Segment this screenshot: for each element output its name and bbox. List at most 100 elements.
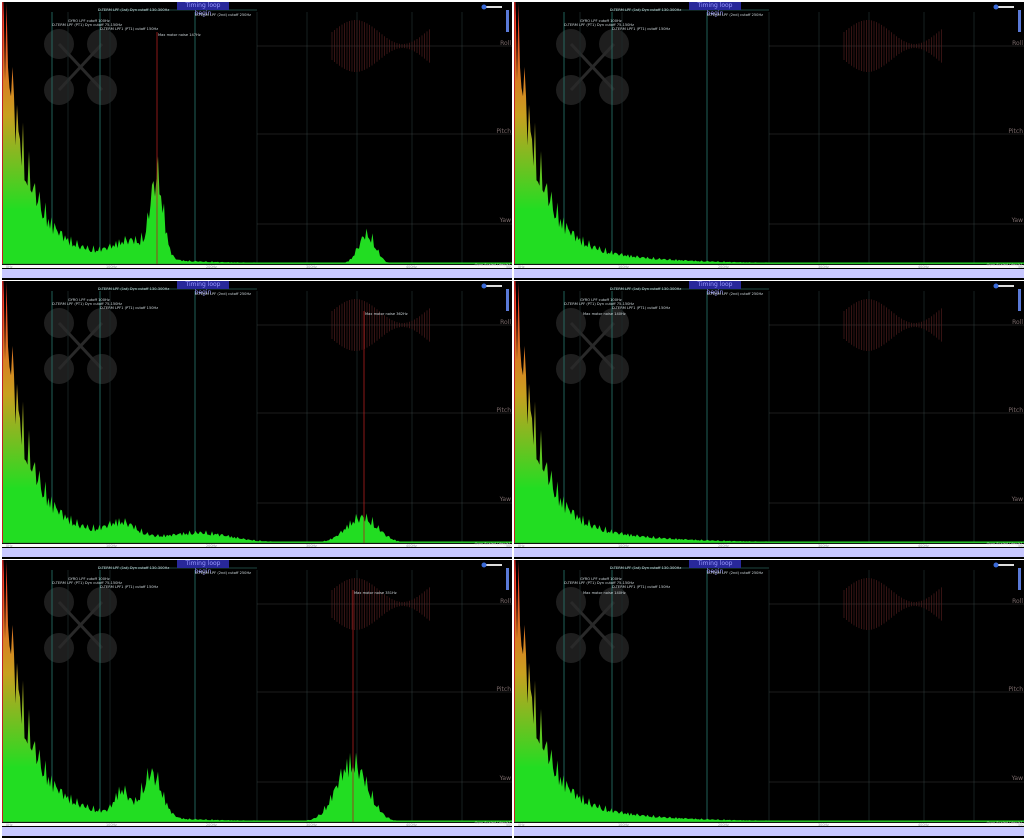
freq-tick-label: 200Hz [206,265,217,269]
scale-bar[interactable] [1018,568,1021,590]
max-noise-label: Max motor noise 362Hz [365,312,408,316]
freq-tick-label: 200Hz [206,544,217,548]
axis-side-label: Roll [1012,319,1023,326]
timing-loop-tag: Timing loop begin [689,2,741,17]
zoom-slider[interactable] [996,285,1014,287]
zoom-knob[interactable] [993,283,999,289]
zoom-slider[interactable] [484,6,502,8]
quad-icon [556,587,629,663]
freq-tick-label: 300Hz [306,823,317,827]
axis-side-label: Roll [500,598,511,605]
filter-label: D-TERM LPF (2nd) cutoff 250Hz [707,571,764,575]
quad-icon [44,29,117,105]
spectrum-panel-bottom-right[interactable]: Timing loop begin D-TERM LPF (1st) Dyn cu… [514,560,1024,838]
max-noise-label: Max motor noise 147Hz [158,33,201,37]
max-noise-label: Max motor noise 351Hz [354,591,397,595]
freq-tick-label: 0Hz [6,544,13,548]
scale-bar[interactable] [1018,289,1021,311]
gyro-scale-label: Gyro Scaled [deg/s] [474,263,510,267]
freq-tick-label: 300Hz [818,823,829,827]
axis-side-label: Pitch [496,407,511,414]
spectrum-panel-middle-right[interactable]: Timing loop begin D-TERM LPF (1st) Dyn cu… [514,281,1024,559]
max-noise-label: Max motor noise 140Hz [583,591,626,595]
gyro-scale-label: Gyro Scaled [deg/s] [474,821,510,825]
spectrum-panel-bottom-left[interactable]: Timing loop begin D-TERM LPF (1st) Dyn cu… [2,560,512,838]
timeline-track [2,265,512,268]
filter-label: D-TERM LPF (2nd) cutoff 250Hz [195,571,252,575]
spectrum-svg [514,2,1024,278]
spectrum-panel-middle-left[interactable]: Timing loop begin D-TERM LPF (1st) Dyn cu… [2,281,512,559]
filter-label: D-TERM LPF (1st) Dyn cutoff 130-300Hz [610,8,682,12]
filter-label: D-TERM LPF1 (PT1) cutoff 150Hz [612,27,671,31]
timing-loop-tag: Timing loop begin [689,560,741,575]
zoom-knob[interactable] [481,283,487,289]
freq-tick-label: 400Hz [918,823,929,827]
axis-side-label: Pitch [1008,128,1023,135]
spectrum-svg [2,2,512,278]
axis-side-label: Yaw [1011,775,1023,782]
freq-tick-label: 200Hz [718,265,729,269]
freq-tick-label: 0Hz [6,823,13,827]
scale-bar[interactable] [1018,10,1021,32]
axis-side-label: Yaw [499,496,511,503]
freq-tick-label: 100Hz [618,823,629,827]
freq-tick-label: 0Hz [6,265,13,269]
freq-tick-label: 0Hz [518,544,525,548]
freq-tick-label: 300Hz [818,544,829,548]
quad-icon [44,308,117,384]
filter-label: D-TERM LPF (2nd) cutoff 250Hz [707,13,764,17]
timeline-bar[interactable] [2,827,512,836]
spectrum-svg [2,560,512,836]
scale-bar[interactable] [506,289,509,311]
zoom-slider[interactable] [996,564,1014,566]
spectrum-svg [2,281,512,557]
freq-tick-label: 100Hz [106,265,117,269]
zoom-slider[interactable] [484,564,502,566]
freq-tick-label: 300Hz [818,265,829,269]
zoom-knob[interactable] [481,562,487,568]
freq-tick-label: 200Hz [718,544,729,548]
timeline-track [2,823,512,826]
freq-tick-label: 100Hz [618,265,629,269]
timeline-bar[interactable] [2,269,512,278]
freq-tick-label: 400Hz [918,265,929,269]
filter-label: D-TERM LPF1 (PT1) cutoff 150Hz [612,306,671,310]
axis-side-label: Yaw [499,217,511,224]
timeline-track [514,544,1024,547]
zoom-knob[interactable] [993,562,999,568]
quad-icon [556,29,629,105]
zoom-slider[interactable] [996,6,1014,8]
filter-label: D-TERM LPF (1st) Dyn cutoff 130-300Hz [98,287,170,291]
filter-label: D-TERM LPF1 (PT1) cutoff 150Hz [100,306,159,310]
timeline-track [514,265,1024,268]
timing-loop-tag: Timing loop begin [177,281,229,296]
zoom-knob[interactable] [993,4,999,10]
gyro-scale-label: Gyro Scaled [deg/s] [986,542,1022,546]
timeline-bar[interactable] [514,548,1024,557]
spectrum-panel-top-right[interactable]: Timing loop begin D-TERM LPF (1st) Dyn cu… [514,2,1024,280]
freq-tick-label: 100Hz [106,823,117,827]
timeline-bar[interactable] [514,269,1024,278]
filter-label: D-TERM LPF1 (PT1) cutoff 150Hz [100,585,159,589]
axis-side-label: Yaw [1011,217,1023,224]
timeline-bar[interactable] [514,827,1024,836]
gyro-scale-label: Gyro Scaled [deg/s] [474,542,510,546]
filter-label: D-TERM LPF (2nd) cutoff 250Hz [195,292,252,296]
scale-bar[interactable] [506,10,509,32]
timeline-track [514,823,1024,826]
axis-side-label: Yaw [499,775,511,782]
timing-loop-tag: Timing loop begin [177,2,229,17]
gyro-scale-label: Gyro Scaled [deg/s] [986,263,1022,267]
zoom-slider[interactable] [484,285,502,287]
axis-side-label: Roll [1012,598,1023,605]
gyro-scale-label: Gyro Scaled [deg/s] [986,821,1022,825]
spectrum-panel-top-left[interactable]: Timing loop begin D-TERM LPF (1st) Dyn cu… [2,2,512,280]
scale-bar[interactable] [506,568,509,590]
filter-label: D-TERM LPF (1st) Dyn cutoff 130-300Hz [610,287,682,291]
filter-label: D-TERM LPF (1st) Dyn cutoff 130-300Hz [98,566,170,570]
timeline-bar[interactable] [2,548,512,557]
axis-side-label: Yaw [1011,496,1023,503]
timing-loop-tag: Timing loop begin [689,281,741,296]
axis-side-label: Pitch [496,128,511,135]
zoom-knob[interactable] [481,4,487,10]
